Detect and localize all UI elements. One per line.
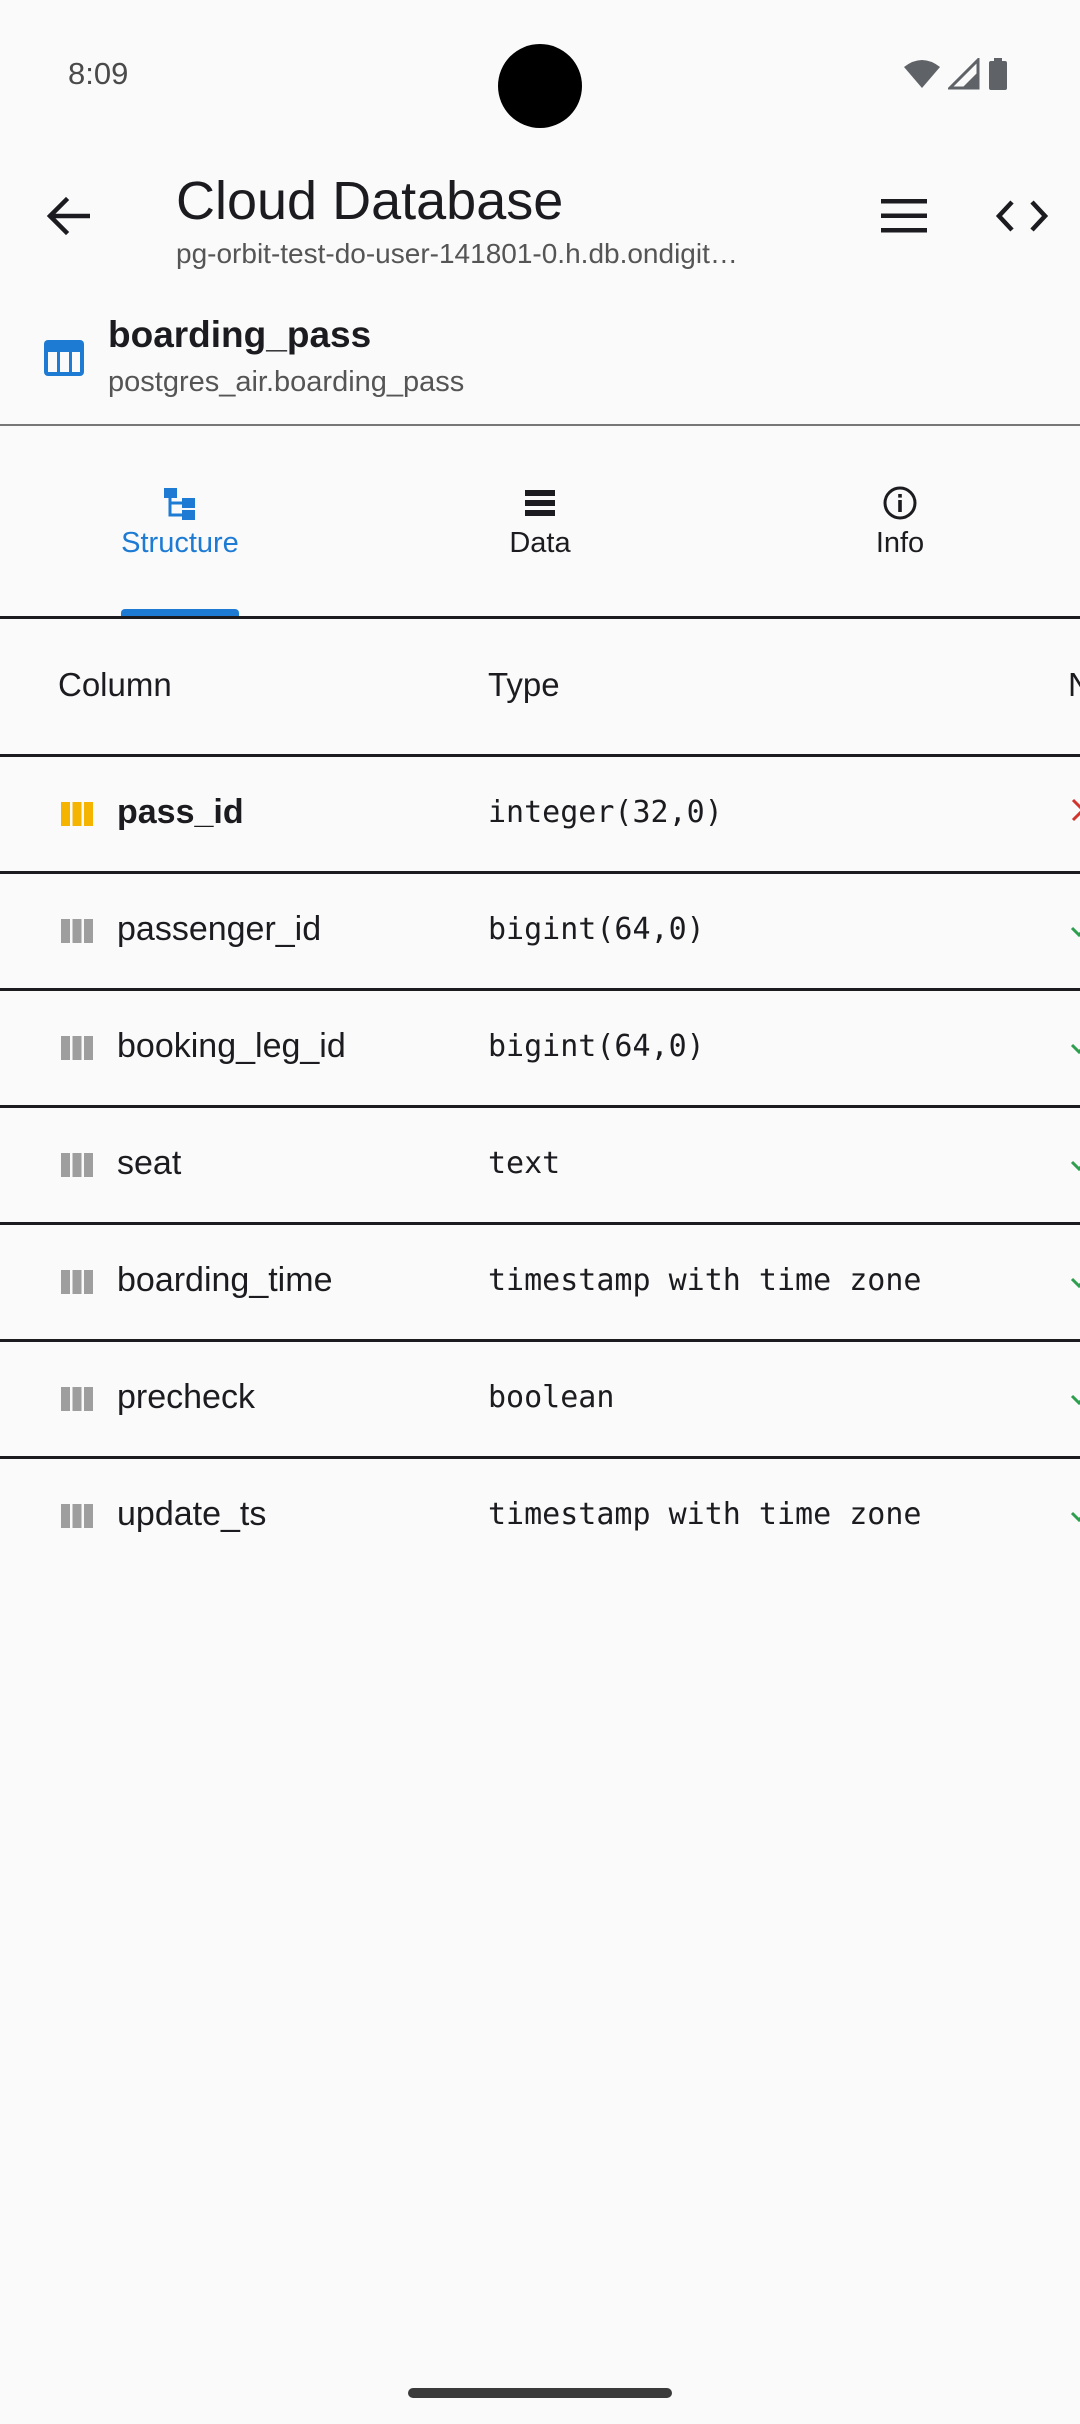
connection-host: pg-orbit-test-do-user-141801-0.h.db.ondi… [176, 238, 738, 269]
screen: 8:09 Cloud Database pg-orbit-test-do-use… [0, 0, 1080, 2424]
tab-data-label: Data [509, 526, 571, 559]
menu-button[interactable] [874, 194, 934, 242]
tab-structure-label: Structure [121, 526, 239, 559]
column-icon [60, 1035, 94, 1061]
tab-bar: Structure Data Info [0, 426, 1080, 619]
code-icon [995, 199, 1049, 238]
header-type[interactable]: Type [488, 666, 560, 704]
column-icon [60, 1269, 94, 1295]
table-header: boarding_pass postgres_air.boarding_pass [0, 296, 1080, 426]
hamburger-menu-icon [881, 198, 927, 238]
header-column[interactable]: Column [58, 666, 172, 704]
structure-icon [160, 483, 200, 523]
column-icon [60, 1152, 94, 1178]
tab-data[interactable]: Data [360, 426, 720, 616]
tab-info[interactable]: Info [720, 426, 1080, 616]
battery-icon [988, 58, 1008, 95]
nullable-check-icon [1068, 1263, 1080, 1293]
tab-structure[interactable]: Structure [0, 426, 360, 616]
column-name: precheck [117, 1378, 255, 1416]
table-row[interactable]: booking_leg_id bigint(64,0) [0, 991, 1080, 1108]
column-name: passenger_id [117, 910, 322, 948]
code-button[interactable] [990, 190, 1054, 246]
columns-grid-header: Column Type N [0, 618, 1080, 757]
column-name: pass_id [117, 793, 244, 831]
table-path: postgres_air.boarding_pass [108, 366, 465, 398]
table-name: boarding_pass [108, 314, 372, 355]
column-type: boolean [488, 1380, 615, 1415]
tab-info-label: Info [875, 526, 925, 559]
nullable-check-icon [1068, 1146, 1080, 1176]
column-icon [60, 1386, 94, 1412]
info-icon [880, 483, 920, 523]
table-row[interactable]: pass_id integer(32,0) [0, 757, 1080, 874]
status-time: 8:09 [68, 56, 129, 91]
column-type: bigint(64,0) [488, 912, 705, 947]
not-null-cross-icon [1068, 795, 1080, 825]
arrow-left-icon [46, 196, 91, 241]
wifi-icon [904, 59, 940, 94]
back-button[interactable] [40, 190, 96, 246]
columns-list: pass_id integer(32,0) passenger_id bigint(6… [0, 757, 1080, 1573]
column-name: seat [117, 1144, 182, 1182]
nullable-check-icon [1068, 1029, 1080, 1059]
camera-cutout [498, 44, 582, 128]
home-indicator[interactable] [408, 2388, 672, 2398]
column-type: timestamp with time zone [488, 1263, 922, 1298]
column-type: integer(32,0) [488, 795, 723, 830]
table-icon [42, 336, 86, 380]
primary-key-column-icon [60, 801, 94, 827]
column-type: text [488, 1146, 561, 1181]
column-icon [60, 918, 94, 944]
app-bar: Cloud Database pg-orbit-test-do-user-141… [0, 150, 1080, 290]
column-name: boarding_time [117, 1261, 333, 1299]
column-name: booking_leg_id [117, 1027, 346, 1065]
header-nullable[interactable]: N [1068, 666, 1080, 704]
table-row[interactable]: update_ts timestamp with time zone [0, 1459, 1080, 1573]
table-row[interactable]: boarding_time timestamp with time zone [0, 1225, 1080, 1342]
table-row[interactable]: passenger_id bigint(64,0) [0, 874, 1080, 991]
column-name: update_ts [117, 1495, 267, 1533]
signal-icon [946, 56, 980, 95]
nullable-check-icon [1068, 1380, 1080, 1410]
app-title: Cloud Database [176, 171, 564, 231]
active-tab-indicator [121, 609, 239, 616]
column-type: bigint(64,0) [488, 1029, 705, 1064]
nullable-check-icon [1068, 1497, 1080, 1527]
nullable-check-icon [1068, 912, 1080, 942]
table-row[interactable]: precheck boolean [0, 1342, 1080, 1459]
column-icon [60, 1503, 94, 1529]
status-icons [904, 56, 1008, 95]
column-type: timestamp with time zone [488, 1497, 922, 1532]
status-bar: 8:09 [0, 0, 1080, 150]
table-row[interactable]: seat text [0, 1108, 1080, 1225]
data-icon [520, 483, 560, 523]
